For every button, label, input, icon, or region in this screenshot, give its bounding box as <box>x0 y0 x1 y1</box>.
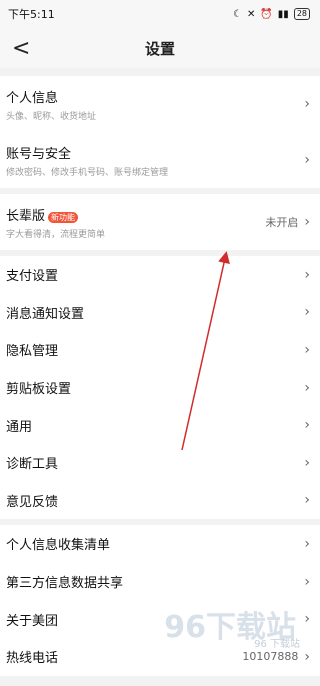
chevron-right-icon: › <box>304 152 310 168</box>
chevron-right-icon: › <box>304 304 310 321</box>
account-security-subtitle: 修改密码、修改手机号码、账号绑定管理 <box>6 167 169 178</box>
clipboard-settings-item[interactable]: 剪贴板设置 › <box>0 369 320 407</box>
elder-mode-subtitle: 字大看得清，流程更简单 <box>6 229 106 240</box>
status-icons: ☾ ✕ ⏰ ▮▮ 28 <box>233 8 310 20</box>
settings-group-about: 个人信息收集清单 › 第三方信息数据共享 › 关于美团 › 热线电话 10107888 › <box>0 525 320 676</box>
personal-info-subtitle: 头像、昵称、收货地址 <box>6 111 97 122</box>
hotline-number: 10107888 <box>242 650 299 664</box>
nav-bar: < 设置 <box>0 28 320 68</box>
elder-mode-item[interactable]: 长辈版 新功能 字大看得清，流程更简单 未开启 › <box>0 194 320 250</box>
elder-mode-title: 长辈版 <box>6 208 46 224</box>
third-party-sharing-item[interactable]: 第三方信息数据共享 › <box>0 563 320 601</box>
status-time: 下午5:11 <box>8 8 55 21</box>
status-bar: 下午5:11 ☾ ✕ ⏰ ▮▮ 28 <box>0 0 320 28</box>
chevron-right-icon: › <box>304 535 310 552</box>
battery-indicator: 28 <box>293 8 310 20</box>
account-security-title: 账号与安全 <box>6 146 72 162</box>
chevron-right-icon: › <box>304 648 310 665</box>
personal-info-item[interactable]: 个人信息头像、昵称、收货地址 › <box>0 76 320 132</box>
chevron-right-icon: › <box>304 96 310 112</box>
chevron-right-icon: › <box>304 341 310 358</box>
chevron-right-icon: › <box>304 454 310 471</box>
chevron-right-icon: › <box>304 214 310 230</box>
moon-icon: ☾ <box>232 8 242 20</box>
back-button[interactable]: < <box>12 36 30 61</box>
alarm-icon: ⏰ <box>260 8 273 20</box>
signal-icon: ▮▮ <box>277 8 289 20</box>
about-meituan-item[interactable]: 关于美团 › <box>0 600 320 638</box>
settings-group-profile: 个人信息头像、昵称、收货地址 › 账号与安全修改密码、修改手机号码、账号绑定管理… <box>0 76 320 188</box>
personal-info-title: 个人信息 <box>6 90 59 106</box>
settings-group-general: 支付设置 › 消息通知设置 › 隐私管理 › 剪贴板设置 › 通用 › 诊断工具 › 意见反… <box>0 256 320 520</box>
notification-settings-item[interactable]: 消息通知设置 › <box>0 294 320 332</box>
privacy-management-item[interactable]: 隐私管理 › <box>0 331 320 369</box>
account-security-item[interactable]: 账号与安全修改密码、修改手机号码、账号绑定管理 › <box>0 132 320 188</box>
feedback-item[interactable]: 意见反馈 › <box>0 482 320 520</box>
chevron-right-icon: › <box>304 266 310 283</box>
settings-group-elder: 长辈版 新功能 字大看得清，流程更简单 未开启 › <box>0 194 320 250</box>
chevron-right-icon: › <box>304 492 310 509</box>
mute-icon: ✕ <box>246 8 256 20</box>
chevron-right-icon: › <box>304 379 310 396</box>
new-feature-badge: 新功能 <box>48 211 79 223</box>
hotline-item[interactable]: 热线电话 10107888 › <box>0 638 320 676</box>
chevron-right-icon: › <box>304 611 310 628</box>
info-collection-list-item[interactable]: 个人信息收集清单 › <box>0 525 320 563</box>
general-item[interactable]: 通用 › <box>0 406 320 444</box>
payment-settings-item[interactable]: 支付设置 › <box>0 256 320 294</box>
chevron-right-icon: › <box>304 573 310 590</box>
page-title: 设置 <box>144 39 175 58</box>
chevron-right-icon: › <box>304 417 310 434</box>
elder-mode-status: 未开启 <box>265 216 299 229</box>
diagnostics-item[interactable]: 诊断工具 › <box>0 444 320 482</box>
